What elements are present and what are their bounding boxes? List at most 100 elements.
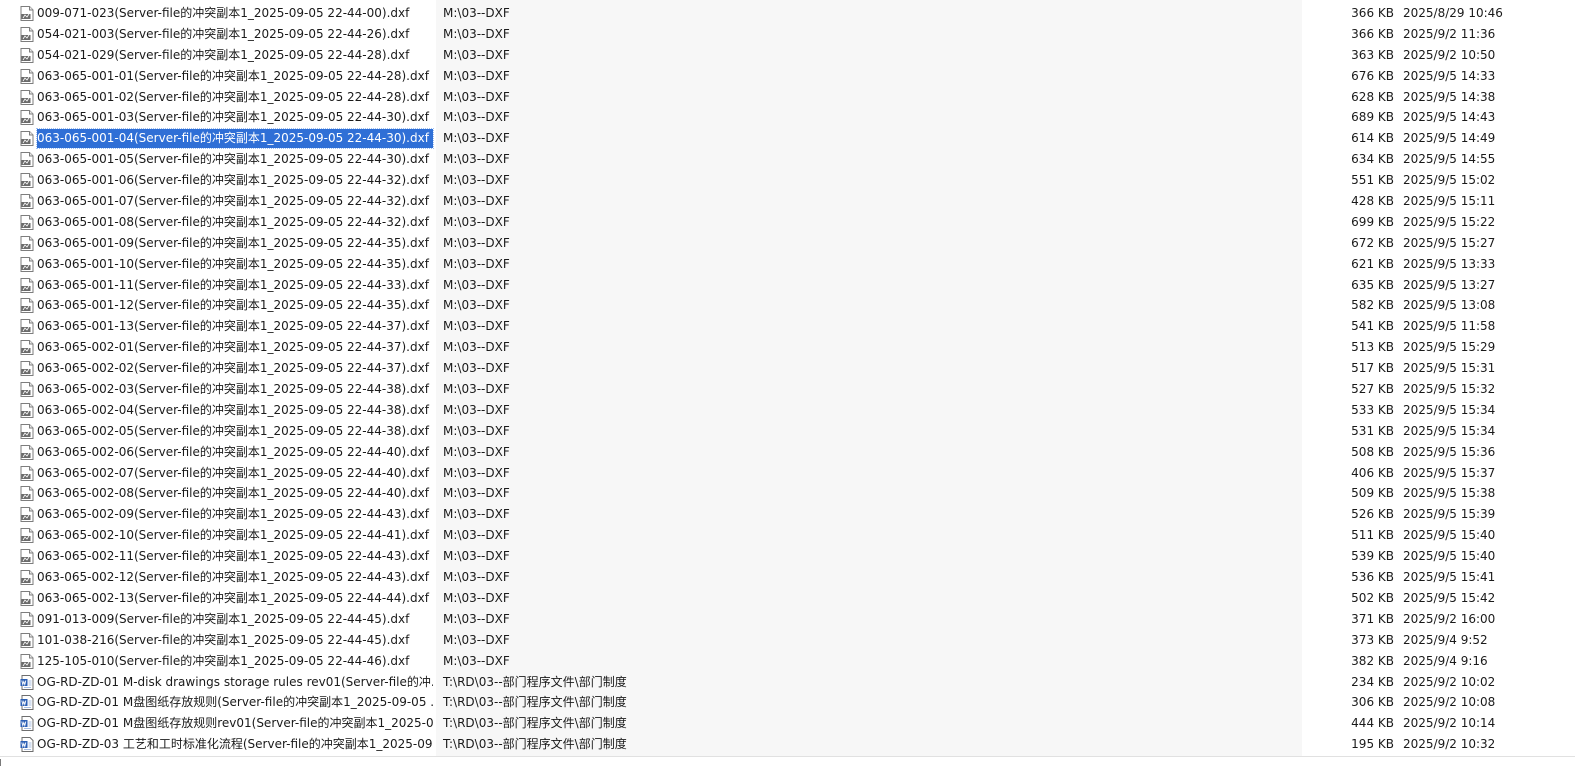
file-name[interactable]: 063-065-002-13(Server-file的冲突副本1_2025-09… xyxy=(37,589,433,608)
file-name[interactable]: 063-065-001-03(Server-file的冲突副本1_2025-09… xyxy=(37,108,433,127)
file-path: M:\03--DXF xyxy=(443,611,510,626)
file-row[interactable]: 091-013-009(Server-file的冲突副本1_2025-09-05… xyxy=(0,609,1575,630)
file-name[interactable]: 063-065-001-02(Server-file的冲突副本1_2025-09… xyxy=(37,88,433,107)
file-name[interactable]: 054-021-003(Server-file的冲突副本1_2025-09-05… xyxy=(37,25,413,44)
file-path: T:\RD\03--部门程序文件\部门制度 xyxy=(443,737,627,752)
file-name[interactable]: 063-065-002-05(Server-file的冲突副本1_2025-09… xyxy=(37,422,433,441)
file-name[interactable]: 063-065-001-04(Server-file的冲突副本1_2025-09… xyxy=(36,128,434,150)
file-name[interactable]: 063-065-002-11(Server-file的冲突副本1_2025-09… xyxy=(37,547,433,566)
search-results-list[interactable]: 009-071-023(Server-file的冲突副本1_2025-09-05… xyxy=(0,3,1575,755)
file-name[interactable]: 063-065-002-03(Server-file的冲突副本1_2025-09… xyxy=(37,380,433,399)
dxf-file-icon xyxy=(20,214,34,230)
file-row[interactable]: 063-065-002-06(Server-file的冲突副本1_2025-09… xyxy=(0,442,1575,463)
file-name[interactable]: 009-071-023(Server-file的冲突副本1_2025-09-05… xyxy=(37,4,413,23)
file-name[interactable]: 063-065-001-07(Server-file的冲突副本1_2025-09… xyxy=(37,192,433,211)
file-path: M:\03--DXF xyxy=(443,507,510,522)
file-name[interactable]: 063-065-001-06(Server-file的冲突副本1_2025-09… xyxy=(37,171,433,190)
file-name[interactable]: 063-065-002-09(Server-file的冲突副本1_2025-09… xyxy=(37,505,433,524)
file-name[interactable]: 063-065-001-08(Server-file的冲突副本1_2025-09… xyxy=(37,213,433,232)
file-row[interactable]: 063-065-002-11(Server-file的冲突副本1_2025-09… xyxy=(0,546,1575,567)
dxf-file-icon xyxy=(20,361,34,377)
file-name[interactable]: 063-065-001-09(Server-file的冲突副本1_2025-09… xyxy=(37,234,433,253)
file-name[interactable]: 063-065-001-11(Server-file的冲突副本1_2025-09… xyxy=(37,276,433,295)
file-row[interactable]: 063-065-001-01(Server-file的冲突副本1_2025-09… xyxy=(0,66,1575,87)
file-row[interactable]: 063-065-002-05(Server-file的冲突副本1_2025-09… xyxy=(0,421,1575,442)
file-row[interactable]: 054-021-029(Server-file的冲突副本1_2025-09-05… xyxy=(0,45,1575,66)
file-name[interactable]: 063-065-001-10(Server-file的冲突副本1_2025-09… xyxy=(37,255,433,274)
file-row[interactable]: 101-038-216(Server-file的冲突副本1_2025-09-05… xyxy=(0,630,1575,651)
file-name[interactable]: 063-065-002-01(Server-file的冲突副本1_2025-09… xyxy=(37,338,433,357)
file-row[interactable]: 063-065-002-07(Server-file的冲突副本1_2025-09… xyxy=(0,463,1575,484)
file-row[interactable]: OG-RD-ZD-03 工艺和工时标准化流程(Server-file的冲突副本1… xyxy=(0,734,1575,755)
file-size: 306 KB xyxy=(1351,695,1394,710)
file-name[interactable]: 063-065-002-07(Server-file的冲突副本1_2025-09… xyxy=(37,464,433,483)
file-row[interactable]: 063-065-001-08(Server-file的冲突副本1_2025-09… xyxy=(0,212,1575,233)
file-size: 363 KB xyxy=(1351,47,1394,62)
file-modified-date: 2025/9/2 10:32 xyxy=(1403,737,1496,752)
file-row[interactable]: 063-065-001-09(Server-file的冲突副本1_2025-09… xyxy=(0,233,1575,254)
file-row[interactable]: 063-065-002-12(Server-file的冲突副本1_2025-09… xyxy=(0,567,1575,588)
file-name[interactable]: 063-065-002-10(Server-file的冲突副本1_2025-09… xyxy=(37,526,433,545)
file-name[interactable]: 091-013-009(Server-file的冲突副本1_2025-09-05… xyxy=(37,610,413,629)
file-name[interactable]: 054-021-029(Server-file的冲突副本1_2025-09-05… xyxy=(37,46,413,65)
file-name[interactable]: 063-065-002-04(Server-file的冲突副本1_2025-09… xyxy=(37,401,433,420)
file-row[interactable]: OG-RD-ZD-01 M盘图纸存放规则rev01(Server-file的冲突… xyxy=(0,713,1575,734)
file-row[interactable]: OG-RD-ZD-01 M盘图纸存放规则(Server-file的冲突副本1_2… xyxy=(0,692,1575,713)
file-row[interactable]: 063-065-002-01(Server-file的冲突副本1_2025-09… xyxy=(0,337,1575,358)
file-row[interactable]: 063-065-001-13(Server-file的冲突副本1_2025-09… xyxy=(0,316,1575,337)
file-name[interactable]: 063-065-002-12(Server-file的冲突副本1_2025-09… xyxy=(37,568,433,587)
file-row[interactable]: 063-065-002-09(Server-file的冲突副本1_2025-09… xyxy=(0,504,1575,525)
dxf-file-icon xyxy=(20,277,34,293)
file-size: 582 KB xyxy=(1351,298,1394,313)
file-row[interactable]: 063-065-001-04(Server-file的冲突副本1_2025-09… xyxy=(0,128,1575,150)
file-row[interactable]: 063-065-002-08(Server-file的冲突副本1_2025-09… xyxy=(0,483,1575,504)
file-row[interactable]: 063-065-001-07(Server-file的冲突副本1_2025-09… xyxy=(0,191,1575,212)
file-name[interactable]: OG-RD-ZD-01 M盘图纸存放规则rev01(Server-file的冲突… xyxy=(37,714,433,733)
file-path: M:\03--DXF xyxy=(443,402,510,417)
file-row[interactable]: 063-065-001-06(Server-file的冲突副本1_2025-09… xyxy=(0,170,1575,191)
file-name[interactable]: 063-065-001-05(Server-file的冲突副本1_2025-09… xyxy=(37,150,433,169)
file-size: 551 KB xyxy=(1351,173,1394,188)
file-name[interactable]: OG-RD-ZD-03 工艺和工时标准化流程(Server-file的冲突副本1… xyxy=(37,735,433,754)
file-name[interactable]: 063-065-002-08(Server-file的冲突副本1_2025-09… xyxy=(37,484,433,503)
file-row[interactable]: 063-065-002-04(Server-file的冲突副本1_2025-09… xyxy=(0,400,1575,421)
file-name[interactable]: 063-065-001-13(Server-file的冲突副本1_2025-09… xyxy=(37,317,433,336)
file-row[interactable]: 063-065-002-03(Server-file的冲突副本1_2025-09… xyxy=(0,379,1575,400)
scrollbar-edge xyxy=(0,759,7,766)
file-name[interactable]: 101-038-216(Server-file的冲突副本1_2025-09-05… xyxy=(37,631,413,650)
file-name[interactable]: 063-065-002-02(Server-file的冲突副本1_2025-09… xyxy=(37,359,433,378)
file-name[interactable]: OG-RD-ZD-01 M-disk drawings storage rule… xyxy=(37,673,433,692)
dxf-file-icon xyxy=(20,423,34,439)
file-row[interactable]: 063-065-001-05(Server-file的冲突副本1_2025-09… xyxy=(0,149,1575,170)
file-row[interactable]: 009-071-023(Server-file的冲突副本1_2025-09-05… xyxy=(0,3,1575,24)
file-name[interactable]: 063-065-001-01(Server-file的冲突副本1_2025-09… xyxy=(37,67,433,86)
file-size: 234 KB xyxy=(1351,674,1394,689)
dxf-file-icon xyxy=(20,110,34,126)
file-row[interactable]: 054-021-003(Server-file的冲突副本1_2025-09-05… xyxy=(0,24,1575,45)
file-row[interactable]: 063-065-002-13(Server-file的冲突副本1_2025-09… xyxy=(0,588,1575,609)
file-name[interactable]: OG-RD-ZD-01 M盘图纸存放规则(Server-file的冲突副本1_2… xyxy=(37,693,433,712)
file-row[interactable]: 063-065-001-12(Server-file的冲突副本1_2025-09… xyxy=(0,295,1575,316)
dxf-file-icon xyxy=(20,298,34,314)
dxf-file-icon xyxy=(20,340,34,356)
file-row[interactable]: OG-RD-ZD-01 M-disk drawings storage rule… xyxy=(0,672,1575,693)
file-path: M:\03--DXF xyxy=(443,68,510,83)
file-path: M:\03--DXF xyxy=(443,549,510,564)
file-size: 511 KB xyxy=(1351,528,1394,543)
file-row[interactable]: 063-065-002-10(Server-file的冲突副本1_2025-09… xyxy=(0,525,1575,546)
file-row[interactable]: 063-065-001-11(Server-file的冲突副本1_2025-09… xyxy=(0,275,1575,296)
file-name[interactable]: 125-105-010(Server-file的冲突副本1_2025-09-05… xyxy=(37,652,413,671)
file-row[interactable]: 063-065-002-02(Server-file的冲突副本1_2025-09… xyxy=(0,358,1575,379)
file-name[interactable]: 063-065-001-12(Server-file的冲突副本1_2025-09… xyxy=(37,296,433,315)
file-row[interactable]: 125-105-010(Server-file的冲突副本1_2025-09-05… xyxy=(0,651,1575,672)
file-row[interactable]: 063-065-001-03(Server-file的冲突副本1_2025-09… xyxy=(0,107,1575,128)
file-modified-date: 2025/9/5 13:08 xyxy=(1403,298,1496,313)
file-row[interactable]: 063-065-001-10(Server-file的冲突副本1_2025-09… xyxy=(0,254,1575,275)
file-size: 382 KB xyxy=(1351,653,1394,668)
horizontal-scrollbar[interactable] xyxy=(0,756,1575,767)
file-row[interactable]: 063-065-001-02(Server-file的冲突副本1_2025-09… xyxy=(0,87,1575,108)
file-name[interactable]: 063-065-002-06(Server-file的冲突副本1_2025-09… xyxy=(37,443,433,462)
file-path: M:\03--DXF xyxy=(443,423,510,438)
file-size: 672 KB xyxy=(1351,235,1394,250)
file-path: M:\03--DXF xyxy=(443,298,510,313)
